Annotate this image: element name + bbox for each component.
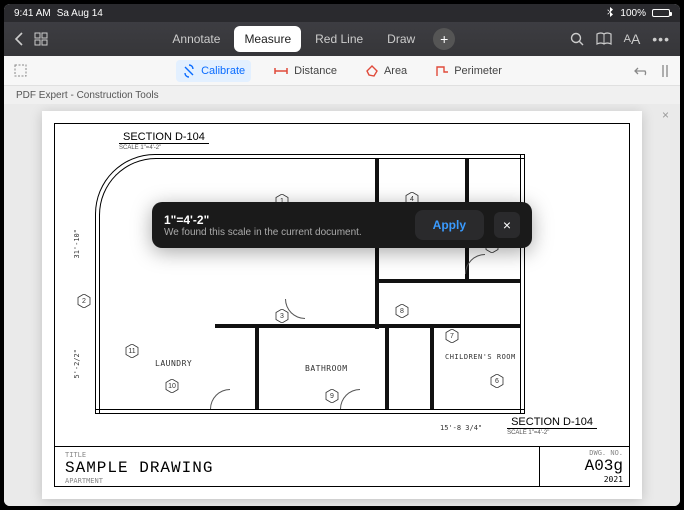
- area-label: Area: [384, 65, 407, 77]
- grid-button[interactable]: [34, 32, 48, 46]
- area-icon: [365, 64, 379, 78]
- book-button[interactable]: [596, 32, 612, 46]
- titleblock-year: 2021: [546, 475, 623, 484]
- dim-left-2: 5'-2/2": [73, 349, 81, 379]
- close-page-button[interactable]: ×: [662, 108, 676, 122]
- room-laundry: LAUNDRY: [155, 359, 192, 368]
- section-tag-top: SECTION D-104 SCALE 1"=4'-2": [119, 127, 209, 151]
- titleblock-title-label: TITLE: [65, 451, 529, 459]
- callout-close-button[interactable]: ×: [494, 212, 520, 238]
- callout-message: We found this scale in the current docum…: [164, 227, 405, 238]
- status-bar: 9:41 AM Sa Aug 14 100%: [4, 4, 680, 22]
- distance-label: Distance: [294, 65, 337, 77]
- status-date: Sa Aug 14: [57, 8, 103, 19]
- callout-scale: 1"=4'-2": [164, 213, 405, 227]
- scale-callout: 1"=4'-2" We found this scale in the curr…: [152, 202, 532, 248]
- back-button[interactable]: [14, 32, 24, 46]
- titleblock-title: SAMPLE DRAWING: [65, 459, 529, 477]
- status-battery-pct: 100%: [620, 8, 646, 19]
- area-tool[interactable]: Area: [359, 60, 413, 82]
- key-2: 2: [77, 294, 91, 308]
- key-7: 7: [445, 329, 459, 343]
- document-title: PDF Expert - Construction Tools: [16, 90, 159, 101]
- room-bathroom: BATHROOM: [305, 364, 348, 373]
- dim-bottom: 15'-8 3/4": [440, 424, 482, 432]
- distance-icon: [273, 66, 289, 76]
- measure-subtoolbar: Calibrate Distance Area Perimeter: [4, 56, 680, 86]
- title-block: TITLE SAMPLE DRAWING APARTMENT DWG. NO. …: [55, 446, 629, 486]
- titleblock-dwg-label: DWG. NO.: [546, 449, 623, 457]
- search-button[interactable]: [570, 32, 584, 46]
- dim-left-1: 31'-10": [73, 229, 81, 259]
- key-11: 11: [125, 344, 139, 358]
- undo-button[interactable]: [634, 64, 650, 78]
- tab-measure[interactable]: Measure: [234, 26, 301, 52]
- main-toolbar: Annotate Measure Red Line Draw + AA •••: [4, 22, 680, 56]
- titleblock-dwg-no: A03g: [546, 457, 623, 475]
- canvas[interactable]: × 1"=4'-2" We found this scale in the cu…: [4, 104, 680, 506]
- key-3: 3: [275, 309, 289, 323]
- key-9: 9: [325, 389, 339, 403]
- battery-icon: [652, 9, 670, 17]
- tab-annotate[interactable]: Annotate: [162, 26, 230, 52]
- selection-tool[interactable]: [14, 64, 27, 77]
- split-button[interactable]: [660, 64, 670, 78]
- app-window: 9:41 AM Sa Aug 14 100% Annotate Measure …: [4, 4, 680, 506]
- key-8: 8: [395, 304, 409, 318]
- drawing-sheet: SECTION D-104 SCALE 1"=4'-2" SECTION D-1…: [42, 111, 642, 499]
- tab-redline[interactable]: Red Line: [305, 26, 373, 52]
- calibrate-label: Calibrate: [201, 65, 245, 77]
- perimeter-tool[interactable]: Perimeter: [429, 60, 508, 82]
- document-title-bar: PDF Expert - Construction Tools: [4, 86, 680, 104]
- perimeter-label: Perimeter: [454, 65, 502, 77]
- key-6: 6: [490, 374, 504, 388]
- calibrate-tool[interactable]: Calibrate: [176, 60, 251, 82]
- tab-draw[interactable]: Draw: [377, 26, 425, 52]
- perimeter-icon: [435, 64, 449, 78]
- room-children: CHILDREN'S ROOM: [445, 354, 516, 362]
- floor-plan: KITCHEN BEDROOM LAUNDRY BATHROOM CHILDRE…: [95, 154, 525, 414]
- distance-tool[interactable]: Distance: [267, 61, 343, 81]
- calibrate-icon: [182, 64, 196, 78]
- add-tab-button[interactable]: +: [433, 28, 455, 50]
- key-10: 10: [165, 379, 179, 393]
- status-time: 9:41 AM: [14, 8, 51, 19]
- more-button[interactable]: •••: [652, 31, 670, 47]
- section-tag-bottom: SECTION D-104 SCALE 1"=4'-2": [507, 412, 597, 436]
- titleblock-subtitle: APARTMENT: [65, 477, 529, 485]
- bluetooth-icon: [607, 7, 614, 20]
- apply-button[interactable]: Apply: [415, 210, 484, 240]
- text-size-button[interactable]: AA: [624, 31, 641, 47]
